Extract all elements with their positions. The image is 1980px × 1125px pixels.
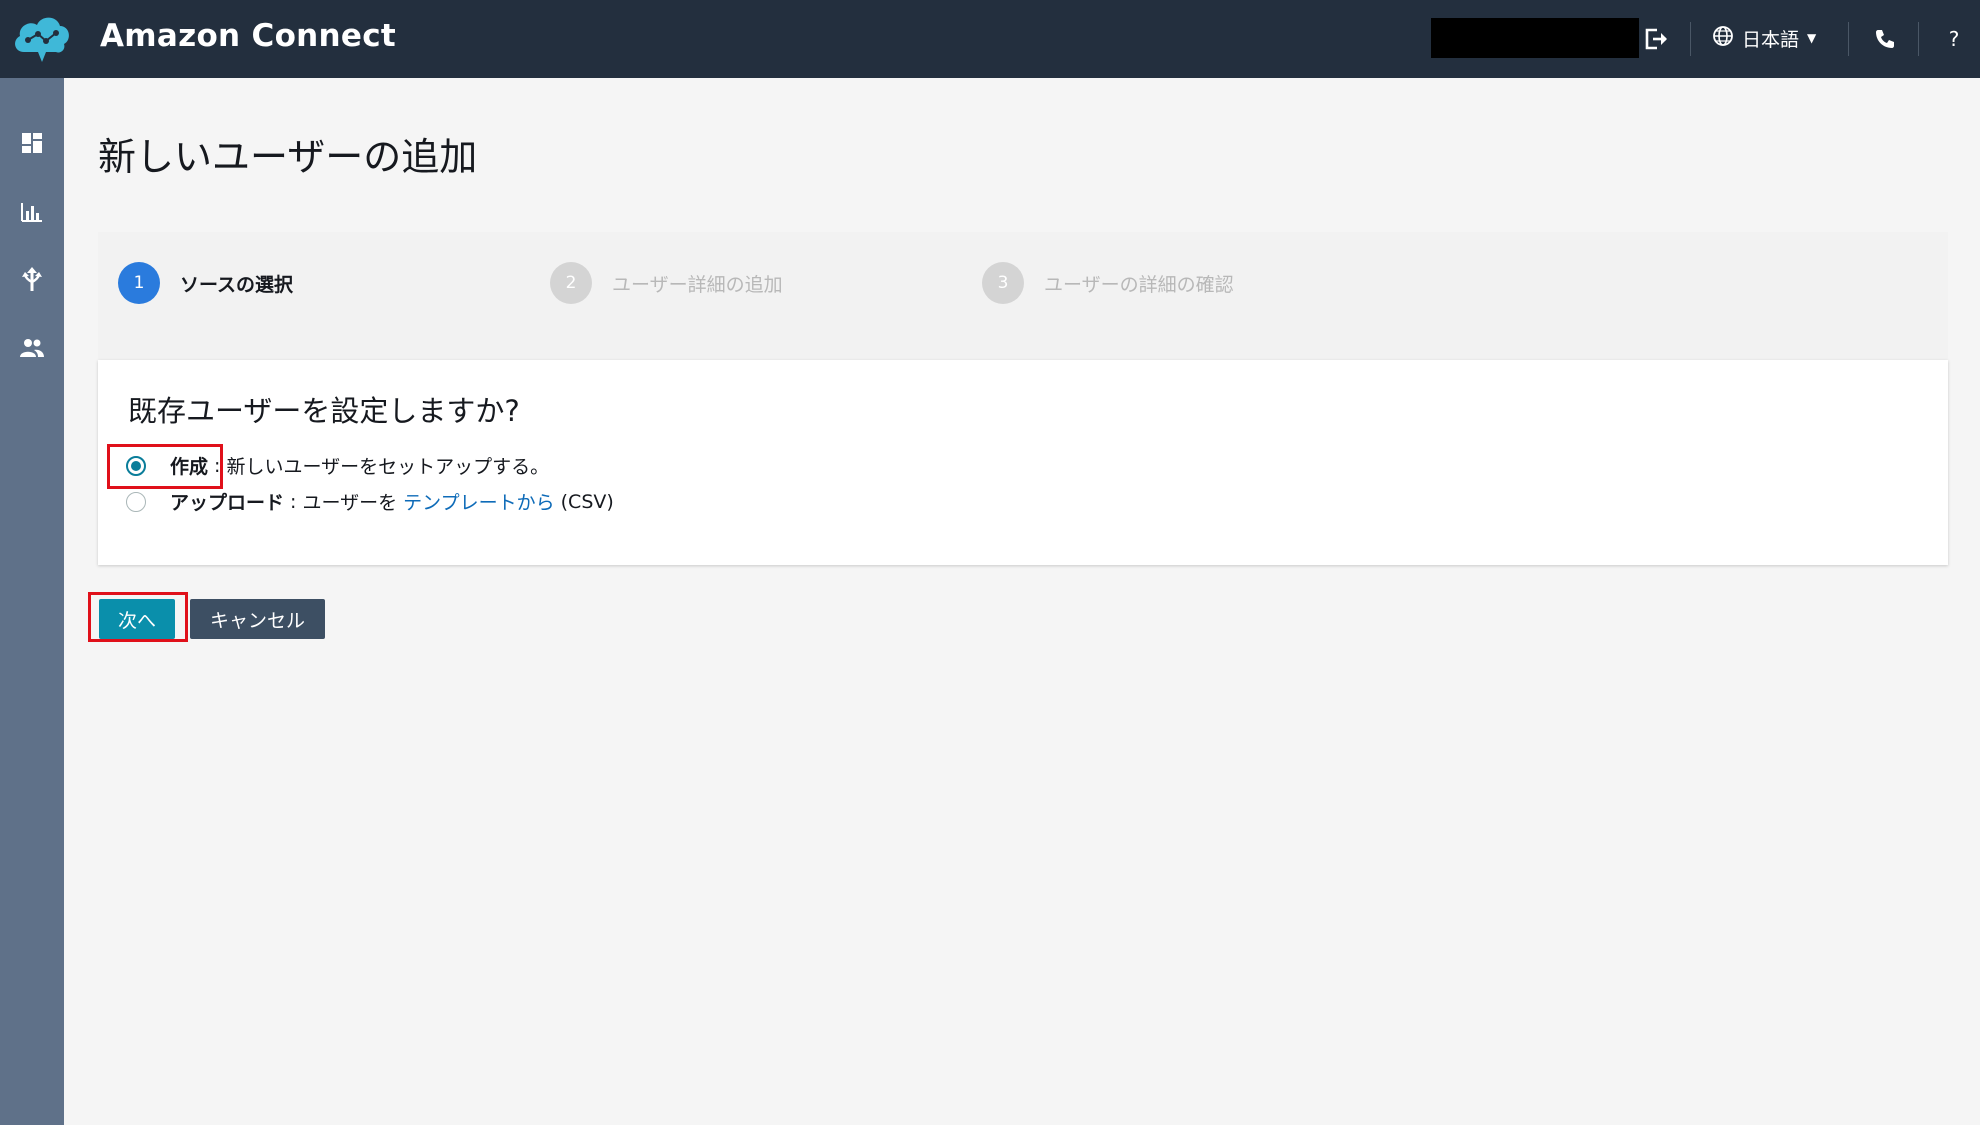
sidebar <box>0 78 64 1125</box>
step-label: ユーザー詳細の追加 <box>612 273 783 296</box>
option-separator: : <box>284 490 303 513</box>
next-button[interactable]: 次へ <box>99 599 175 639</box>
source-selection-panel: 既存ユーザーを設定しますか? 作成 : 新しいユーザーをセットアップする。 アッ… <box>98 360 1948 565</box>
step-review-user-details: 3 ユーザーの詳細の確認 <box>982 262 1234 304</box>
step-label: ソースの選択 <box>180 273 294 296</box>
upload-option-label: アップロード <box>170 492 285 514</box>
metrics-chart-icon[interactable] <box>17 197 47 227</box>
step-source-selection[interactable]: 1 ソースの選択 <box>118 262 293 304</box>
step-number: 2 <box>550 262 592 304</box>
language-selector[interactable]: 日本語 ▼ <box>1712 20 1816 56</box>
step-label: ユーザーの詳細の確認 <box>1044 273 1234 296</box>
create-option-description: 新しいユーザーをセットアップする。 <box>226 456 550 478</box>
globe-icon <box>1712 25 1734 52</box>
routing-icon[interactable] <box>17 264 47 294</box>
amazon-connect-logo-icon[interactable] <box>10 10 74 68</box>
upload-radio[interactable] <box>126 491 146 512</box>
top-navigation-bar: Amazon Connect 日本語 ▼ ? <box>0 0 1980 78</box>
step-number: 1 <box>118 262 160 304</box>
upload-option-description: ユーザーを <box>302 492 404 514</box>
phone-icon[interactable] <box>1870 24 1900 54</box>
template-link[interactable]: テンプレートから <box>403 488 554 515</box>
header-divider <box>1918 22 1919 56</box>
step-number: 3 <box>982 262 1024 304</box>
caret-down-icon: ▼ <box>1807 31 1817 45</box>
source-question: 既存ユーザーを設定しますか? <box>128 394 520 428</box>
header-divider <box>1690 22 1691 56</box>
header-divider <box>1848 22 1849 56</box>
language-label: 日本語 <box>1742 28 1800 51</box>
cancel-button[interactable]: キャンセル <box>190 599 325 639</box>
app-title: Amazon Connect <box>100 18 397 54</box>
users-icon[interactable] <box>17 333 47 363</box>
logout-icon[interactable] <box>1642 24 1672 54</box>
page-title: 新しいユーザーの追加 <box>98 135 478 179</box>
wizard-steps: 1 ソースの選択 2 ユーザー詳細の追加 3 ユーザーの詳細の確認 <box>98 232 1948 360</box>
step-add-user-details: 2 ユーザー詳細の追加 <box>550 262 783 304</box>
highlight-create-option <box>107 444 223 489</box>
help-icon[interactable]: ? <box>1940 24 1968 54</box>
upload-option-format: (CSV) <box>554 490 614 513</box>
option-upload[interactable]: アップロード : ユーザーを テンプレートから (CSV) <box>126 488 614 515</box>
dashboard-icon[interactable] <box>17 128 47 158</box>
redacted-user-name <box>1431 18 1639 58</box>
